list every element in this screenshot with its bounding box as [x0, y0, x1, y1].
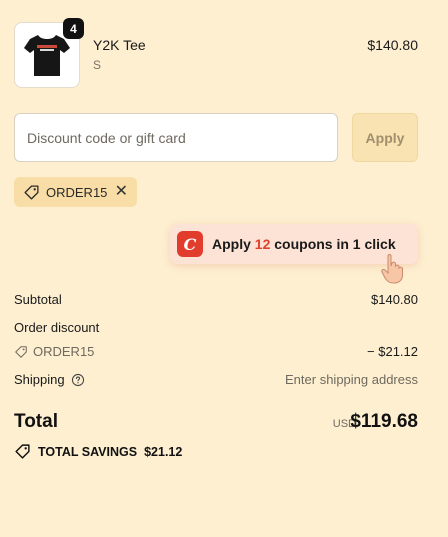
applied-discount-chip: ORDER15 ✕ — [14, 177, 137, 207]
subtotal-value: $140.80 — [371, 292, 418, 307]
discount-code-input[interactable] — [14, 113, 338, 162]
tag-icon — [15, 345, 27, 358]
total-label: Total — [14, 411, 58, 432]
coupon-count: 12 — [254, 236, 271, 252]
order-discount-code: ORDER15 — [33, 344, 95, 359]
order-discount-value: − $21.12 — [367, 344, 418, 359]
total-savings-value: $21.12 — [144, 444, 183, 459]
apply-discount-button[interactable]: Apply — [352, 113, 418, 162]
coupon-logo-icon: C — [177, 231, 203, 257]
order-discount-code-row: ORDER15 — [14, 344, 94, 359]
product-price: $140.80 — [367, 37, 418, 53]
total-value: $119.68 — [350, 411, 418, 432]
subtotal-label: Subtotal — [14, 292, 62, 307]
tag-icon — [24, 184, 39, 200]
quantity-badge: 4 — [63, 18, 84, 39]
coupon-banner-text: Apply 12 coupons in 1 click — [212, 236, 396, 252]
shipping-value: Enter shipping address — [285, 372, 418, 387]
applied-code-label: ORDER15 — [46, 184, 108, 200]
tag-icon — [15, 444, 30, 459]
order-discount-label: Order discount — [14, 320, 100, 335]
total-savings: TOTAL SAVINGS $21.12 — [14, 443, 182, 460]
help-circle-icon[interactable] — [71, 373, 85, 387]
close-icon[interactable]: ✕ — [115, 184, 128, 200]
total-savings-label: TOTAL SAVINGS — [38, 444, 138, 459]
pointer-hand-icon — [381, 254, 403, 284]
shipping-label: Shipping — [14, 372, 65, 387]
product-variant: S — [93, 58, 102, 72]
product-name: Y2K Tee — [93, 37, 146, 53]
shipping-row: Shipping — [14, 372, 85, 387]
